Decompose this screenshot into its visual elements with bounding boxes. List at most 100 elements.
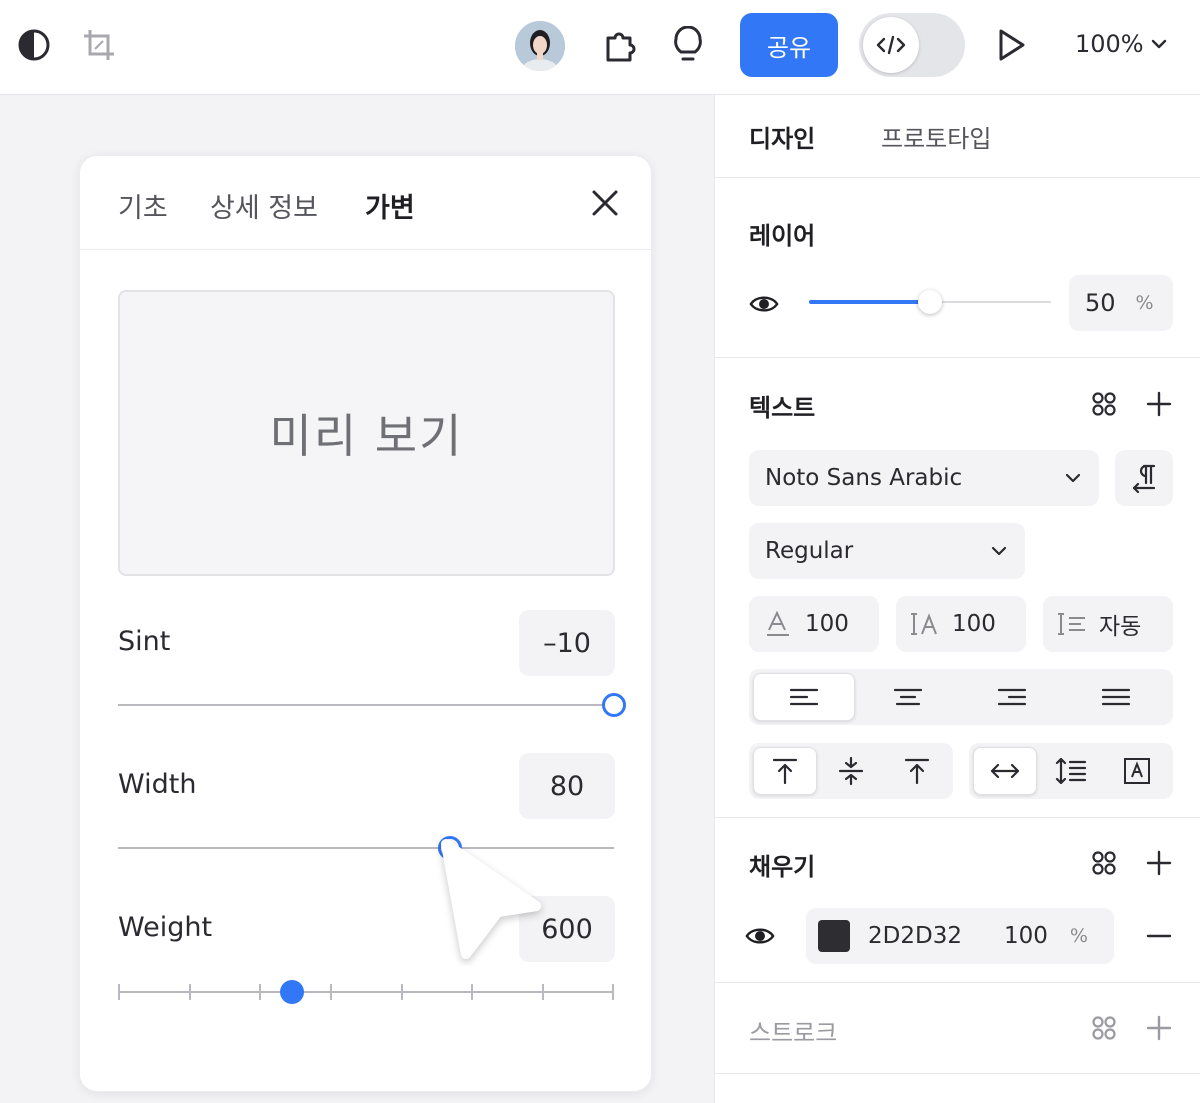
eye-icon[interactable] bbox=[749, 289, 779, 319]
crop-icon[interactable] bbox=[76, 22, 122, 68]
contrast-icon[interactable] bbox=[11, 22, 57, 68]
slider-track-sint[interactable] bbox=[118, 704, 614, 706]
align-top-button[interactable] bbox=[753, 747, 817, 795]
divider bbox=[715, 1073, 1200, 1074]
section-title-stroke: 스트로크 bbox=[749, 1019, 838, 1047]
font-size-icon bbox=[767, 610, 789, 636]
opacity-input[interactable]: 50 % bbox=[1069, 275, 1173, 331]
slider-tick bbox=[471, 984, 473, 1000]
tab-details[interactable]: 상세 정보 bbox=[210, 186, 318, 225]
slider-tick bbox=[401, 984, 403, 1000]
plugin-icon[interactable] bbox=[598, 22, 644, 68]
axis-value-width[interactable]: 80 bbox=[519, 753, 615, 819]
align-top-icon bbox=[772, 758, 798, 785]
font-size-input[interactable]: 100 bbox=[749, 596, 879, 652]
slider-track-weight[interactable] bbox=[118, 991, 614, 993]
avatar[interactable] bbox=[515, 21, 565, 71]
align-left-button[interactable] bbox=[753, 673, 855, 721]
paragraph-settings-button[interactable] bbox=[1115, 450, 1173, 506]
font-weight-value: Regular bbox=[765, 538, 854, 564]
align-left-icon bbox=[789, 688, 819, 706]
opacity-slider-handle[interactable] bbox=[918, 290, 942, 314]
letter-spacing-value: 100 bbox=[952, 611, 996, 637]
properties-panel: 디자인 프로토타입 레이어 50 % 텍스트 Noto Sans Arabic … bbox=[714, 95, 1200, 1103]
auto-height-button[interactable] bbox=[1039, 747, 1103, 795]
align-center-button[interactable] bbox=[857, 673, 959, 721]
auto-width-icon bbox=[990, 763, 1020, 779]
align-justify-icon bbox=[1101, 688, 1131, 706]
align-justify-button[interactable] bbox=[1065, 673, 1167, 721]
line-height-input[interactable]: 자동 bbox=[1043, 596, 1173, 652]
font-family-value: Noto Sans Arabic bbox=[765, 465, 963, 491]
chevron-down-icon bbox=[991, 546, 1007, 556]
fixed-size-icon bbox=[1124, 758, 1150, 784]
fixed-size-button[interactable] bbox=[1105, 747, 1169, 795]
font-family-select[interactable]: Noto Sans Arabic bbox=[749, 450, 1099, 506]
paragraph-icon bbox=[1132, 464, 1156, 493]
share-button[interactable]: 공유 bbox=[740, 13, 838, 77]
align-center-icon bbox=[893, 688, 923, 706]
align-middle-button[interactable] bbox=[819, 747, 883, 795]
auto-width-button[interactable] bbox=[973, 747, 1037, 795]
card-tab-bar: 기초 상세 정보 가변 bbox=[80, 156, 651, 250]
line-height-value: 자동 bbox=[1099, 614, 1142, 640]
slider-tick bbox=[118, 984, 120, 1000]
section-title-layer: 레이어 bbox=[749, 222, 816, 250]
opacity-slider[interactable] bbox=[809, 290, 1051, 314]
code-mode-toggle[interactable] bbox=[859, 13, 965, 77]
add-text-icon[interactable] bbox=[1144, 389, 1174, 419]
align-right-icon bbox=[997, 688, 1027, 706]
font-size-value: 100 bbox=[805, 611, 849, 637]
auto-height-icon bbox=[1055, 757, 1087, 785]
close-icon[interactable] bbox=[588, 186, 622, 220]
divider bbox=[715, 177, 1200, 178]
slider-tick bbox=[259, 984, 261, 1000]
styles-grid-icon[interactable] bbox=[1089, 848, 1119, 878]
vertical-align-group bbox=[749, 743, 953, 799]
tab-design[interactable]: 디자인 bbox=[749, 119, 815, 154]
text-resize-group bbox=[969, 743, 1173, 799]
divider bbox=[715, 357, 1200, 358]
letter-spacing-input[interactable]: 100 bbox=[896, 596, 1026, 652]
tab-basic[interactable]: 기초 bbox=[118, 186, 168, 225]
styles-grid-icon[interactable] bbox=[1089, 1013, 1119, 1043]
letter-spacing-icon bbox=[911, 613, 937, 635]
axis-label-weight: Weight bbox=[118, 912, 213, 943]
variable-font-card: 기초 상세 정보 가변 미리 보기 Sint –10 Width 80 Weig… bbox=[79, 155, 652, 1092]
opacity-unit: % bbox=[1135, 292, 1154, 314]
slider-tick bbox=[612, 984, 614, 1000]
font-weight-select[interactable]: Regular bbox=[749, 523, 1025, 579]
divider bbox=[715, 982, 1200, 983]
opacity-slider-fill bbox=[809, 300, 930, 304]
axis-label-width: Width bbox=[118, 769, 197, 800]
play-icon[interactable] bbox=[988, 22, 1034, 68]
line-height-icon bbox=[1058, 613, 1085, 635]
zoom-select[interactable]: 100% bbox=[1075, 30, 1168, 58]
top-toolbar: 공유 100% bbox=[0, 0, 1200, 95]
align-middle-icon bbox=[838, 756, 864, 786]
fill-color-row[interactable]: 2D2D32 100 % bbox=[806, 908, 1114, 964]
axis-value-sint[interactable]: –10 bbox=[519, 610, 615, 676]
eye-icon[interactable] bbox=[745, 921, 775, 951]
lightbulb-icon[interactable] bbox=[665, 22, 711, 68]
opacity-value: 50 bbox=[1085, 289, 1116, 317]
slider-handle-weight[interactable] bbox=[280, 980, 304, 1004]
slider-handle-sint[interactable] bbox=[602, 693, 626, 717]
slider-tick bbox=[330, 984, 332, 1000]
slider-tick bbox=[189, 984, 191, 1000]
tab-prototype[interactable]: 프로토타입 bbox=[881, 119, 991, 154]
color-swatch[interactable] bbox=[818, 920, 850, 952]
divider bbox=[715, 817, 1200, 818]
align-bottom-button[interactable] bbox=[885, 747, 949, 795]
text-align-group bbox=[749, 669, 1173, 725]
tab-variable[interactable]: 가변 bbox=[365, 186, 415, 225]
align-right-button[interactable] bbox=[961, 673, 1063, 721]
slider-tick bbox=[542, 984, 544, 1000]
fill-opacity-value: 100 bbox=[1003, 923, 1048, 949]
chevron-down-icon bbox=[1151, 39, 1166, 49]
styles-grid-icon[interactable] bbox=[1089, 389, 1119, 419]
add-fill-icon[interactable] bbox=[1144, 848, 1174, 878]
fill-opacity-unit: % bbox=[1069, 925, 1088, 947]
remove-fill-icon[interactable] bbox=[1144, 921, 1174, 951]
add-stroke-icon[interactable] bbox=[1144, 1013, 1174, 1043]
